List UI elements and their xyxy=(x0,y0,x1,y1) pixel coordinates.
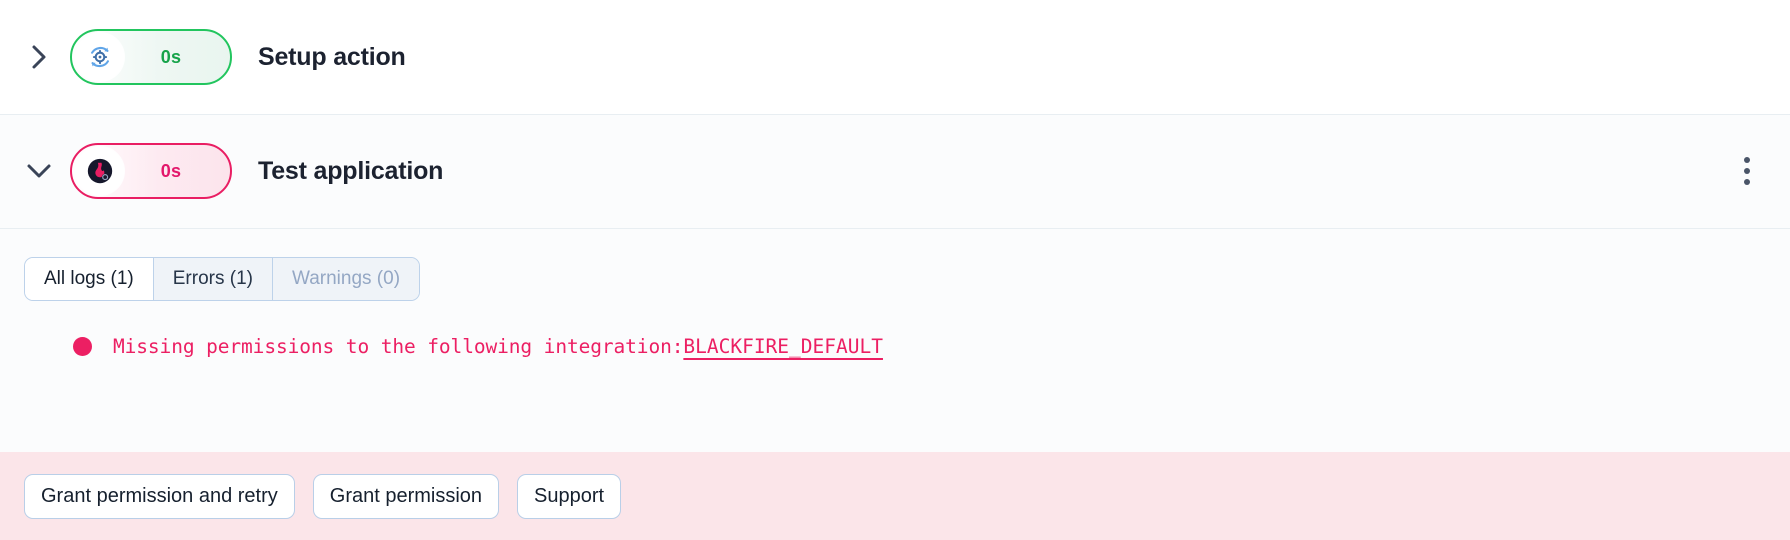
tab-warnings[interactable]: Warnings (0) xyxy=(272,258,420,300)
step-row-test-application[interactable]: 0s Test application xyxy=(0,114,1790,228)
step-duration: 0s xyxy=(160,46,182,67)
error-action-bar: Grant permission and retry Grant permiss… xyxy=(0,452,1790,540)
run-log-viewer: 0s Setup action 0s Test application All … xyxy=(0,0,1790,540)
support-button[interactable]: Support xyxy=(517,473,622,519)
integration-link[interactable]: BLACKFIRE_DEFAULT xyxy=(683,335,883,358)
log-filter-tabs: All logs (1) Errors (1) Warnings (0) xyxy=(24,257,421,301)
step-row-setup-action[interactable]: 0s Setup action xyxy=(0,0,1790,114)
logs-panel: All logs (1) Errors (1) Warnings (0) Mis… xyxy=(0,228,1790,452)
blackfire-flame-icon xyxy=(76,147,124,195)
chevron-down-icon[interactable] xyxy=(22,154,56,188)
tab-all-logs[interactable]: All logs (1) xyxy=(25,258,154,300)
grant-permission-and-retry-button[interactable]: Grant permission and retry xyxy=(24,473,295,519)
gear-refresh-icon xyxy=(76,33,124,81)
grant-permission-button[interactable]: Grant permission xyxy=(312,473,500,519)
chevron-right-icon[interactable] xyxy=(22,40,56,74)
error-dot-icon xyxy=(73,337,92,356)
tab-errors[interactable]: Errors (1) xyxy=(153,258,273,300)
status-pill-test: 0s xyxy=(70,143,232,199)
more-options-icon[interactable] xyxy=(1730,151,1764,191)
log-message: Missing permissions to the following int… xyxy=(113,335,684,358)
step-title: Setup action xyxy=(258,42,406,71)
status-pill-setup: 0s xyxy=(70,29,232,85)
step-title: Test application xyxy=(258,156,444,185)
log-entry: Missing permissions to the following int… xyxy=(24,335,1790,358)
step-duration: 0s xyxy=(160,160,182,181)
